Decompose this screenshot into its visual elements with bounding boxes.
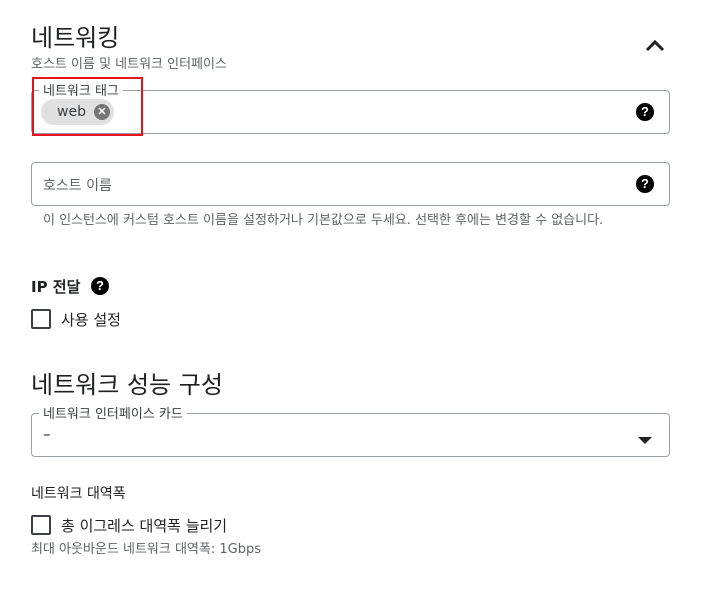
highlight-box <box>32 77 143 136</box>
help-icon[interactable]: ? <box>91 277 109 295</box>
networking-subtitle: 호스트 이름 및 네트워크 인터페이스 <box>31 57 227 72</box>
bandwidth-checkbox[interactable] <box>31 515 51 535</box>
hostname-field[interactable] <box>31 162 670 206</box>
ip-forwarding-checkbox-label: 사용 설정 <box>61 311 121 329</box>
chevron-up-icon[interactable] <box>644 36 666 54</box>
bandwidth-max-text: 최대 아웃바운드 네트워크 대역폭: 1Gbps <box>31 542 261 557</box>
help-icon[interactable]: ? <box>636 103 654 121</box>
ip-forwarding-label: IP 전달 <box>31 278 81 296</box>
help-icon[interactable]: ? <box>636 175 654 193</box>
bandwidth-checkbox-label: 총 이그레스 대역폭 늘리기 <box>61 517 228 535</box>
nic-value: – <box>43 425 51 443</box>
bandwidth-label: 네트워크 대역폭 <box>31 486 126 502</box>
ip-forwarding-checkbox[interactable] <box>31 309 51 329</box>
caret-down-icon[interactable] <box>638 430 652 444</box>
hostname-hint: 이 인스턴스에 커스텀 호스트 이름을 설정하거나 기본값으로 두세요. 선택한… <box>43 213 604 228</box>
networking-title: 네트워킹 <box>31 24 120 52</box>
nic-label: 네트워크 인터페이스 카드 <box>39 403 187 422</box>
hostname-placeholder: 호스트 이름 <box>43 178 112 194</box>
network-performance-title: 네트워크 성능 구성 <box>31 371 223 399</box>
